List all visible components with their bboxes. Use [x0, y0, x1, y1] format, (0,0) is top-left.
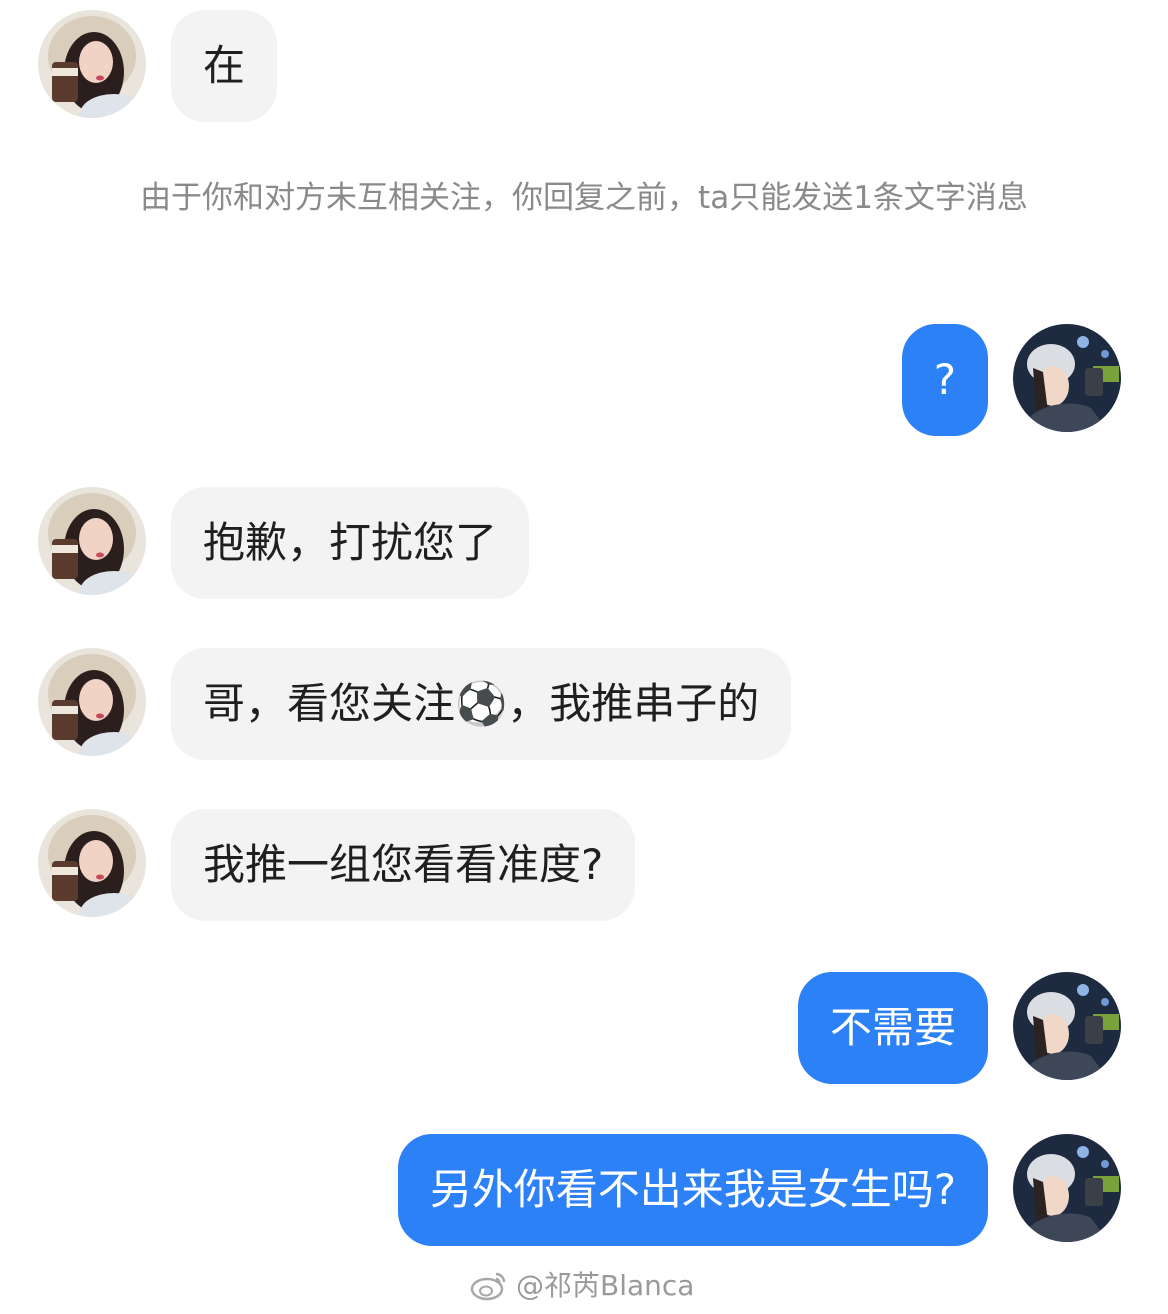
incoming-message-bubble[interactable]: 哥，看您关注⚽，我推串子的 [171, 648, 792, 760]
self-avatar[interactable] [1013, 972, 1121, 1080]
watermark-text: @祁芮Blanca [516, 1269, 695, 1302]
incoming-message-bubble[interactable]: 我推一组您看看准度? [171, 809, 636, 921]
self-avatar[interactable] [1013, 324, 1121, 432]
contact-avatar[interactable] [38, 487, 146, 595]
outgoing-message-bubble[interactable]: ? [901, 324, 988, 436]
watermark: @祁芮Blanca [470, 1266, 694, 1306]
outgoing-message-bubble[interactable]: 不需要 [797, 972, 988, 1084]
weibo-icon [470, 1272, 506, 1301]
contact-avatar[interactable] [38, 648, 146, 756]
outgoing-message-bubble[interactable]: 另外你看不出来我是女生吗? [397, 1134, 988, 1246]
system-notice: 由于你和对方未互相关注，你回复之前，ta只能发送1条文字消息 [140, 180, 1028, 216]
incoming-message-bubble[interactable]: 抱歉，打扰您了 [171, 487, 530, 599]
incoming-message-bubble[interactable]: 在 [171, 10, 278, 122]
contact-avatar[interactable] [38, 10, 146, 118]
self-avatar[interactable] [1013, 1134, 1121, 1242]
chat-thread: 由于你和对方未互相关注，你回复之前，ta只能发送1条文字消息 @祁芮Blanca… [0, 0, 1168, 1314]
contact-avatar[interactable] [38, 809, 146, 917]
